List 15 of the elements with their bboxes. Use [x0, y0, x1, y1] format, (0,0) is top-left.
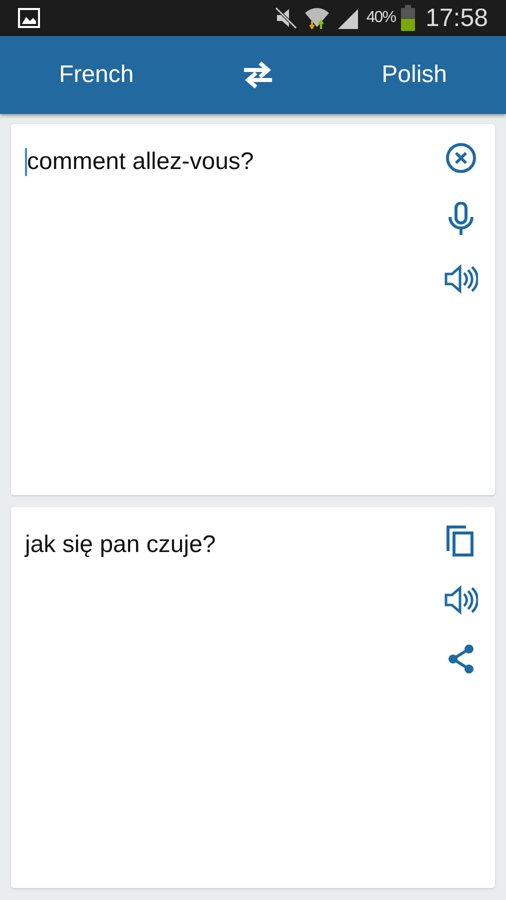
close-icon[interactable]	[445, 142, 477, 174]
speaker-icon[interactable]	[444, 585, 478, 615]
battery-percent: 40%	[366, 9, 396, 27]
clock: 17:58	[425, 4, 488, 32]
target-language-button[interactable]: Polish	[370, 53, 459, 97]
wifi-icon	[304, 5, 330, 31]
input-field[interactable]: comment allez-vous?	[27, 146, 254, 178]
speaker-icon[interactable]	[444, 264, 478, 294]
mute-icon	[274, 6, 298, 30]
translation-text: jak się pan czuje?	[25, 530, 216, 560]
copy-icon[interactable]	[446, 525, 476, 557]
source-language-button[interactable]: French	[46, 53, 146, 97]
microphone-icon[interactable]	[448, 202, 474, 236]
battery-icon	[401, 5, 416, 31]
image-icon	[18, 8, 40, 28]
